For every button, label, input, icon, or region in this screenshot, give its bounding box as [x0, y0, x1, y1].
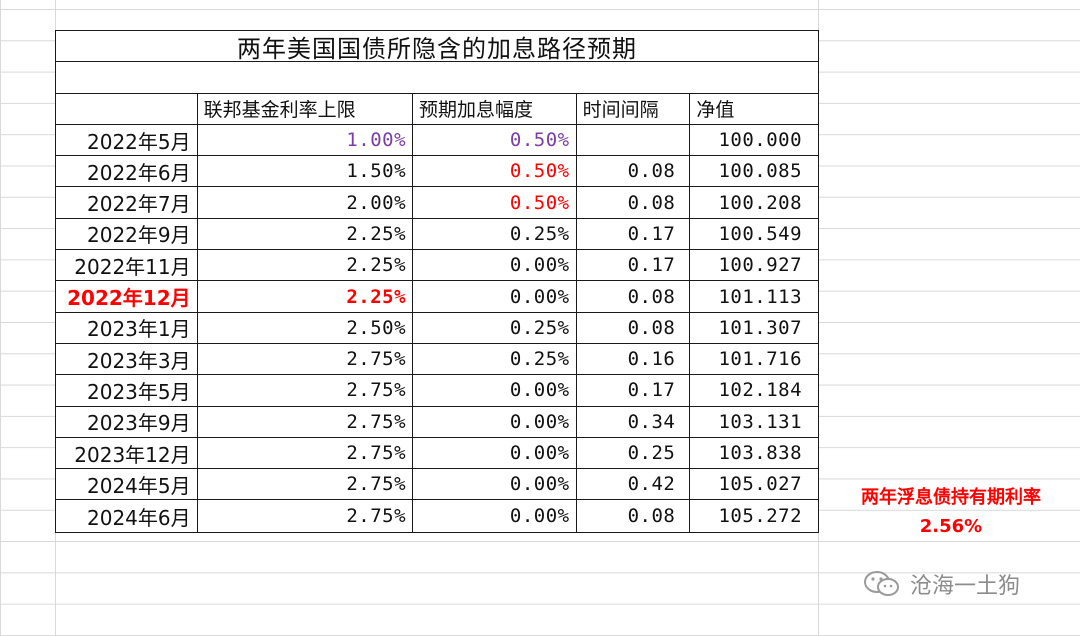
- hike-cell[interactable]: 0.00%: [413, 500, 577, 532]
- date-cell[interactable]: 2023年3月: [56, 343, 198, 375]
- interval-cell[interactable]: 0.08: [577, 156, 691, 187]
- table-row: 2023年12月 2.75% 0.00% 0.25 103.838: [56, 437, 818, 470]
- interval-cell[interactable]: 0.16: [577, 343, 691, 375]
- interval-cell[interactable]: 0.25: [577, 437, 691, 469]
- interval-cell[interactable]: 0.17: [577, 218, 691, 250]
- nav-cell[interactable]: 100.208: [690, 187, 818, 217]
- table-row: 2022年5月 1.00% 0.50% 100.000: [56, 124, 818, 157]
- table-row: 2023年3月 2.75% 0.25% 0.16 101.716: [56, 343, 818, 376]
- nav-cell[interactable]: 103.838: [690, 438, 818, 468]
- hike-cell[interactable]: 0.00%: [413, 406, 577, 437]
- hike-cell[interactable]: 0.50%: [413, 156, 577, 187]
- nav-cell[interactable]: 100.085: [690, 156, 818, 186]
- table-row: 2022年11月 2.25% 0.00% 0.17 100.927: [56, 250, 818, 282]
- hike-cell[interactable]: 0.25%: [413, 218, 577, 250]
- nav-cell[interactable]: 100.549: [690, 219, 818, 249]
- blank-row: [56, 62, 818, 94]
- date-cell[interactable]: 2023年1月: [56, 312, 198, 343]
- interval-cell[interactable]: 0.17: [577, 250, 691, 281]
- hike-cell[interactable]: 0.50%: [413, 187, 577, 218]
- date-cell[interactable]: 2022年7月: [56, 187, 198, 218]
- interval-cell[interactable]: 0.08: [577, 281, 691, 312]
- hike-cell[interactable]: 0.00%: [413, 469, 577, 500]
- table-row: 2024年5月 2.75% 0.00% 0.42 105.027: [56, 469, 818, 501]
- hike-cell[interactable]: 0.25%: [413, 312, 577, 343]
- fed-rate-cell[interactable]: 2.75%: [198, 500, 414, 532]
- date-cell[interactable]: 2022年12月: [56, 281, 198, 312]
- interval-cell[interactable]: [577, 124, 691, 156]
- note-label[interactable]: 两年浮息债持有期利率: [828, 483, 1074, 512]
- fed-rate-cell[interactable]: 2.75%: [198, 406, 414, 437]
- title-row: 两年美国国债所隐含的加息路径预期: [56, 31, 818, 63]
- header-cell-interval[interactable]: 时间间隔: [577, 93, 691, 124]
- table-row: 2022年9月 2.25% 0.25% 0.17 100.549: [56, 218, 818, 251]
- interval-cell[interactable]: 0.08: [577, 500, 691, 532]
- date-cell[interactable]: 2023年12月: [56, 437, 198, 469]
- date-cell[interactable]: 2022年9月: [56, 218, 198, 250]
- header-cell-fed-rate[interactable]: 联邦基金利率上限: [198, 93, 414, 124]
- wechat-icon: [864, 571, 899, 596]
- fed-rate-cell[interactable]: 1.00%: [198, 124, 414, 156]
- fed-rate-cell[interactable]: 2.75%: [198, 375, 414, 406]
- rate-path-table: 两年美国国债所隐含的加息路径预期 联邦基金利率上限 预期加息幅度 时间间隔 净值…: [55, 30, 819, 533]
- watermark-text: 沧海一土狗: [910, 574, 1021, 599]
- nav-cell[interactable]: 102.184: [690, 375, 818, 405]
- holding-rate-note: 两年浮息债持有期利率 2.56%: [828, 483, 1074, 541]
- table-row: 2022年7月 2.00% 0.50% 0.08 100.208: [56, 187, 818, 219]
- interval-cell[interactable]: 0.08: [577, 187, 691, 218]
- nav-cell[interactable]: 100.000: [690, 125, 818, 155]
- fed-rate-cell[interactable]: 2.25%: [198, 250, 414, 281]
- date-cell[interactable]: 2022年11月: [56, 250, 198, 281]
- date-cell[interactable]: 2023年5月: [56, 375, 198, 406]
- fed-rate-cell[interactable]: 2.75%: [198, 343, 414, 375]
- hike-cell[interactable]: 0.00%: [413, 281, 577, 312]
- fed-rate-cell[interactable]: 2.25%: [198, 218, 414, 250]
- fed-rate-cell[interactable]: 2.50%: [198, 312, 414, 343]
- fed-rate-cell[interactable]: 2.75%: [198, 437, 414, 469]
- nav-cell[interactable]: 105.027: [690, 469, 818, 499]
- header-cell-nav[interactable]: 净值: [690, 94, 818, 124]
- date-cell[interactable]: 2024年5月: [56, 469, 198, 500]
- hike-cell[interactable]: 0.00%: [413, 250, 577, 281]
- interval-cell[interactable]: 0.17: [577, 375, 691, 406]
- nav-cell[interactable]: 100.927: [690, 250, 818, 280]
- table-row: 2024年6月 2.75% 0.00% 0.08 105.272: [56, 500, 818, 532]
- table-row: 2023年1月 2.50% 0.25% 0.08 101.307: [56, 312, 818, 344]
- hike-cell[interactable]: 0.25%: [413, 343, 577, 375]
- note-value[interactable]: 2.56%: [828, 512, 1074, 541]
- fed-rate-cell[interactable]: 2.00%: [198, 187, 414, 218]
- hike-cell[interactable]: 0.00%: [413, 437, 577, 469]
- table-row: 2022年12月 2.25% 0.00% 0.08 101.113: [56, 281, 818, 313]
- nav-cell[interactable]: 101.307: [690, 313, 818, 343]
- table-title[interactable]: 两年美国国债所隐含的加息路径预期: [56, 31, 818, 62]
- table-row: 2023年9月 2.75% 0.00% 0.34 103.131: [56, 406, 818, 438]
- date-cell[interactable]: 2024年6月: [56, 500, 198, 532]
- header-cell-hike[interactable]: 预期加息幅度: [413, 93, 577, 124]
- fed-rate-cell[interactable]: 2.25%: [198, 281, 414, 312]
- date-cell[interactable]: 2022年5月: [56, 124, 198, 156]
- interval-cell[interactable]: 0.08: [577, 312, 691, 343]
- fed-rate-cell[interactable]: 2.75%: [198, 469, 414, 500]
- nav-cell[interactable]: 101.113: [690, 281, 818, 311]
- hike-cell[interactable]: 0.00%: [413, 375, 577, 406]
- header-row: 联邦基金利率上限 预期加息幅度 时间间隔 净值: [56, 93, 818, 125]
- header-cell[interactable]: [56, 93, 198, 124]
- hike-cell[interactable]: 0.50%: [413, 124, 577, 156]
- blank-cell[interactable]: [56, 62, 818, 92]
- nav-cell[interactable]: 105.272: [690, 500, 818, 531]
- table-row: 2023年5月 2.75% 0.00% 0.17 102.184: [56, 375, 818, 407]
- nav-cell[interactable]: 103.131: [690, 407, 818, 437]
- date-cell[interactable]: 2022年6月: [56, 156, 198, 187]
- table-row: 2022年6月 1.50% 0.50% 0.08 100.085: [56, 156, 818, 188]
- interval-cell[interactable]: 0.42: [577, 469, 691, 500]
- interval-cell[interactable]: 0.34: [577, 406, 691, 437]
- watermark: 沧海一土狗: [862, 568, 1020, 600]
- fed-rate-cell[interactable]: 1.50%: [198, 156, 414, 187]
- nav-cell[interactable]: 101.716: [690, 344, 818, 374]
- date-cell[interactable]: 2023年9月: [56, 406, 198, 437]
